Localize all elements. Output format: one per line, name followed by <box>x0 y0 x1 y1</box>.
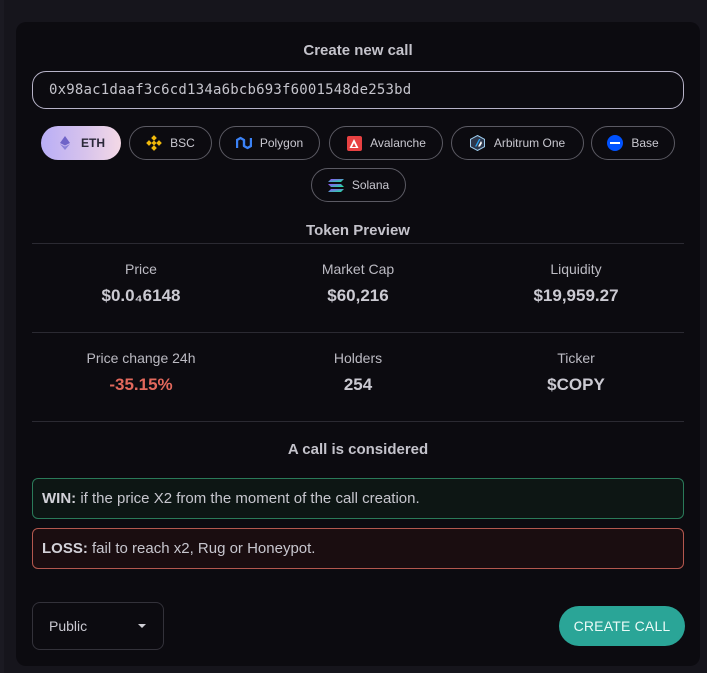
bnb-icon <box>146 135 162 151</box>
stat-price-change: Price change 24h -35.15% <box>41 350 241 395</box>
win-text: if the price X2 from the moment of the c… <box>80 490 420 507</box>
stat-label: Ticker <box>557 350 595 366</box>
token-preview-title: Token Preview <box>306 222 410 239</box>
chip-label: Avalanche <box>370 136 426 150</box>
chain-chip-bsc[interactable]: BSC <box>129 126 212 160</box>
divider <box>32 421 684 422</box>
visibility-value: Public <box>49 618 88 634</box>
stat-label: Holders <box>333 350 383 366</box>
win-label: WIN: <box>42 490 77 507</box>
arbitrum-icon <box>470 135 486 151</box>
chip-label: Arbitrum One <box>493 136 566 150</box>
caret-down-icon <box>138 624 146 628</box>
loss-text: fail to reach x2, Rug or Honeypot. <box>92 540 316 557</box>
chip-label: Solana <box>351 178 390 192</box>
stat-value: -35.15% <box>109 375 173 394</box>
chip-label: ETH <box>81 136 105 150</box>
stat-label: Price change 24h <box>86 350 196 366</box>
chip-label: Polygon <box>259 136 304 150</box>
stat-market-cap: Market Cap $60,216 <box>258 261 458 306</box>
chain-chip-eth[interactable]: ETH <box>41 126 121 160</box>
loss-rule: LOSS: fail to reach x2, Rug or Honeypot. <box>32 528 684 569</box>
visibility-select[interactable]: Public <box>32 602 164 650</box>
chip-label: Base <box>631 136 659 150</box>
rules-title: A call is considered <box>287 441 429 458</box>
stat-label: Liquidity <box>550 261 602 277</box>
base-icon <box>607 135 624 151</box>
form-title: Create new call <box>303 42 413 59</box>
stat-value: $60,216 <box>327 286 389 305</box>
stat-label: Market Cap <box>321 261 395 277</box>
chain-chip-solana[interactable]: Solana <box>311 168 406 202</box>
chain-chip-arbitrum[interactable]: Arbitrum One <box>451 126 584 160</box>
win-rule: WIN: if the price X2 from the moment of … <box>32 478 684 519</box>
stat-value: $0.0₄6148 <box>101 286 181 305</box>
stat-value: $COPY <box>547 375 605 394</box>
create-call-card: Create new call 0x98ac1daaf3c6cd134a6bcb… <box>16 22 700 666</box>
stat-price: Price $0.0₄6148 <box>41 261 241 306</box>
chain-chip-avalanche[interactable]: Avalanche <box>329 126 443 160</box>
chain-chip-polygon[interactable]: Polygon <box>219 126 320 160</box>
token-address-input[interactable]: 0x98ac1daaf3c6cd134a6bcb693f6001548de253… <box>32 71 684 109</box>
polygon-icon <box>235 135 252 151</box>
eth-icon <box>57 135 73 151</box>
avalanche-icon <box>346 135 362 151</box>
stat-label: Price <box>125 261 157 277</box>
stat-liquidity: Liquidity $19,959.27 <box>476 261 676 306</box>
stat-value: $19,959.27 <box>533 286 619 305</box>
divider <box>32 332 684 333</box>
stat-ticker: Ticker $COPY <box>476 350 676 395</box>
chain-chip-base[interactable]: Base <box>591 126 675 160</box>
loss-label: LOSS: <box>42 540 88 557</box>
stat-holders: Holders 254 <box>258 350 458 395</box>
solana-icon <box>327 177 344 193</box>
page-edge <box>0 0 4 673</box>
divider <box>32 243 684 244</box>
stat-value: 254 <box>343 375 373 394</box>
create-call-button[interactable]: CREATE CALL <box>559 606 685 646</box>
chip-label: BSC <box>170 136 195 150</box>
